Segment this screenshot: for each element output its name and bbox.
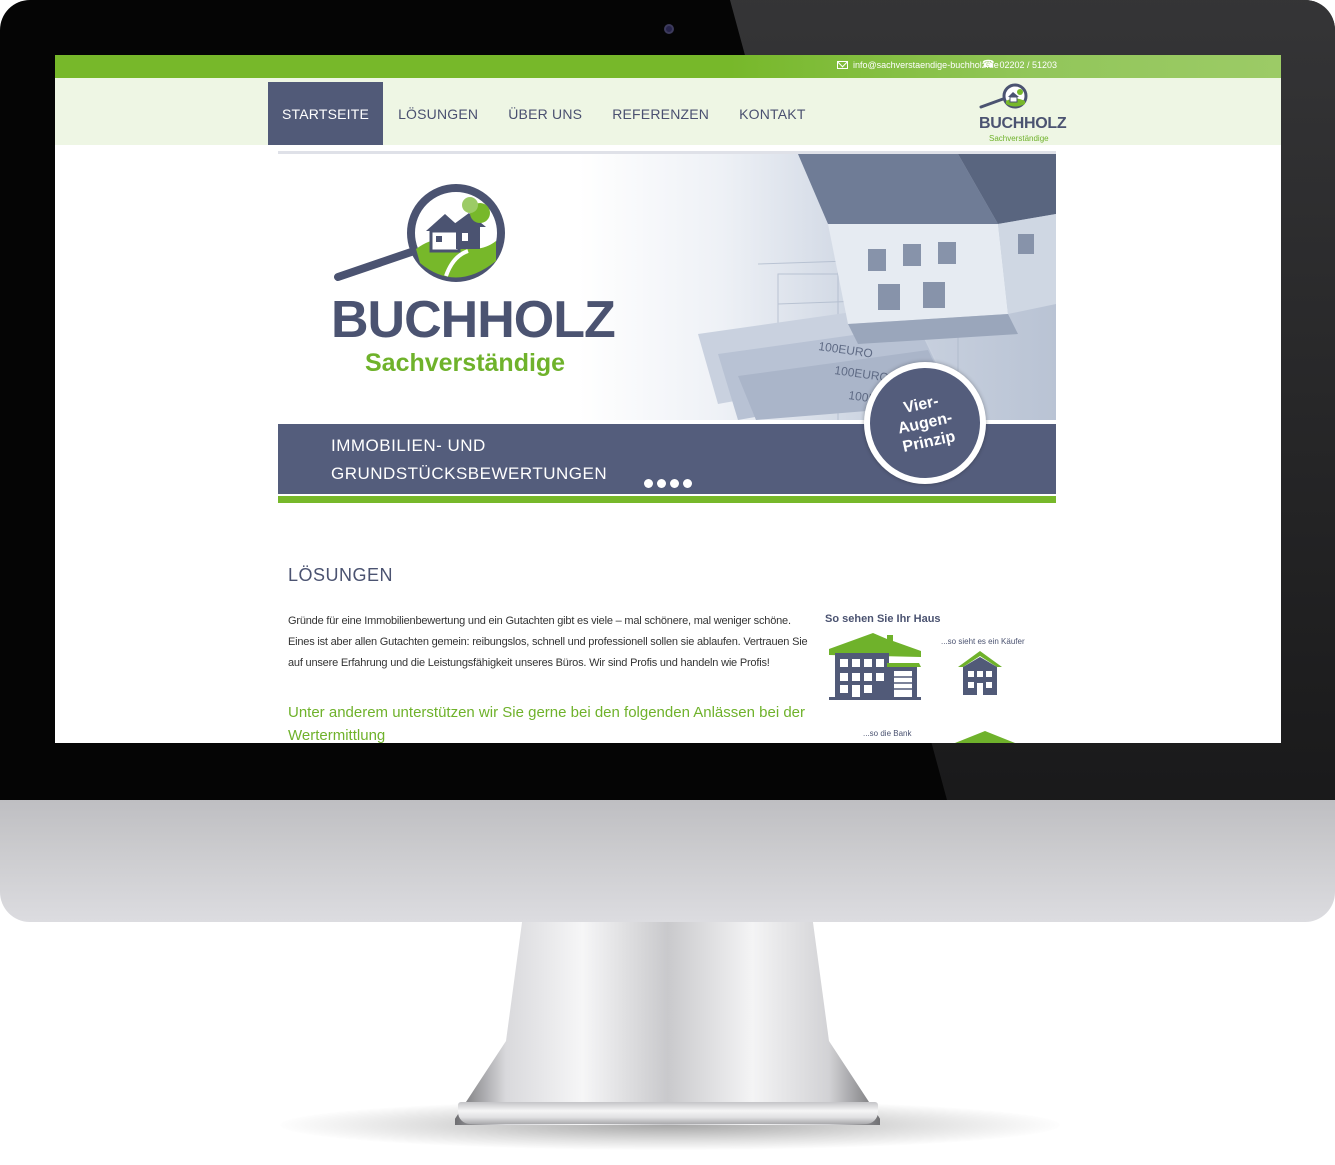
- hero-slider: 100EURO 100EURO 100EURO: [278, 151, 1056, 503]
- slider-pagination: [644, 479, 692, 488]
- logo-title: BUCHHOLZ: [979, 115, 1067, 132]
- phone-contact[interactable]: ☎ 02202 / 51203: [982, 59, 1057, 71]
- email-contact[interactable]: info@sachverstaendige-buchholz.de: [837, 60, 999, 70]
- main-nav: STARTSEITE LÖSUNGEN ÜBER UNS REFERENZEN …: [268, 82, 821, 145]
- small-house-icon: [958, 651, 1002, 695]
- phone-icon: ☎: [982, 59, 995, 70]
- main-navbar: STARTSEITE LÖSUNGEN ÜBER UNS REFERENZEN …: [55, 78, 1281, 145]
- phone-number[interactable]: 02202 / 51203: [999, 60, 1057, 70]
- header-logo[interactable]: BUCHHOLZ Sachverständige: [975, 82, 1067, 143]
- contact-bar: info@sachverstaendige-buchholz.de ☎ 0220…: [55, 55, 1281, 78]
- hero-caption: IMMOBILIEN- UND GRUNDSTÜCKSBEWERTUNGEN: [331, 432, 607, 488]
- nav-item-loesungen[interactable]: LÖSUNGEN: [383, 82, 493, 145]
- nav-item-referenzen[interactable]: REFERENZEN: [597, 82, 724, 145]
- vier-augen-badge: Vier- Augen- Prinzip: [859, 357, 991, 489]
- slider-dot-1[interactable]: [644, 479, 653, 488]
- intro-line: auf unsere Erfahrung und die Leistungsfä…: [288, 657, 770, 669]
- slider-dot-2[interactable]: [657, 479, 666, 488]
- hero-logo-subtitle: Sachverständige: [365, 349, 566, 377]
- nav-item-ueber-uns[interactable]: ÜBER UNS: [493, 82, 597, 145]
- hero-photo-house-money: 100EURO 100EURO 100EURO: [578, 154, 1056, 420]
- website-screen: info@sachverstaendige-buchholz.de ☎ 0220…: [55, 55, 1281, 743]
- aside-title: So sehen Sie Ihr Haus: [825, 613, 941, 625]
- intro-line: Eines ist aber allen Gutachten gemein: r…: [288, 636, 808, 648]
- monitor-bezel: info@sachverstaendige-buchholz.de ☎ 0220…: [0, 0, 1335, 800]
- monitor-stand-base: [458, 1102, 878, 1124]
- nav-item-kontakt[interactable]: KONTAKT: [724, 82, 820, 145]
- email-link[interactable]: info@sachverstaendige-buchholz.de: [853, 60, 999, 70]
- monitor-stand: [455, 915, 880, 1125]
- mail-icon: [837, 61, 848, 69]
- hero-caption-line: IMMOBILIEN- UND: [331, 436, 486, 455]
- hero-bottom-accent: [278, 496, 1056, 503]
- hero-caption-line: GRUNDSTÜCKSBEWERTUNGEN: [331, 464, 608, 483]
- section-subheading: Unter anderem unterstützen wir Sie gerne…: [288, 704, 805, 743]
- slider-dot-4[interactable]: [683, 479, 692, 488]
- slider-dot-3[interactable]: [670, 479, 679, 488]
- logo-subtitle: Sachverständige: [989, 134, 1049, 143]
- webcam: [664, 24, 674, 34]
- intro-paragraph: Gründe für eine Immobilienbewertung und …: [288, 611, 808, 674]
- bank-caption: ...so die Bank: [863, 729, 912, 738]
- large-house-icon: [829, 633, 921, 700]
- nav-item-startseite[interactable]: STARTSEITE: [268, 82, 384, 145]
- intro-line: Gründe für eine Immobilienbewertung und …: [288, 615, 791, 627]
- section-title: LÖSUNGEN: [288, 565, 394, 585]
- buyer-caption: ...so sieht es ein Käufer: [941, 637, 1025, 646]
- bank-house-roof-icon: [955, 731, 1015, 743]
- hero-logo-title: BUCHHOLZ: [331, 291, 616, 349]
